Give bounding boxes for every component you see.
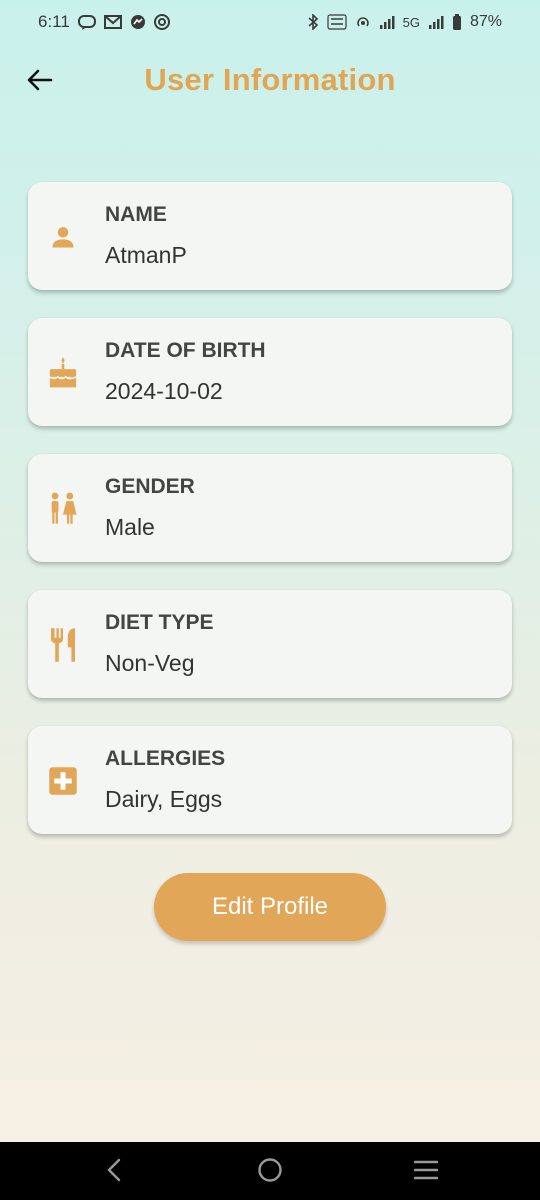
app-icon — [153, 14, 170, 30]
card-value: 2024-10-02 — [105, 378, 223, 404]
edit-profile-button[interactable]: Edit Profile — [154, 873, 386, 941]
nav-recents-icon — [413, 1159, 439, 1186]
signal-icon-2 — [428, 15, 444, 29]
battery-icon — [452, 14, 462, 30]
medical-cross-icon — [46, 764, 80, 798]
card-value: AtmanP — [105, 242, 187, 268]
bluetooth-icon — [307, 14, 319, 30]
system-nav-bar — [0, 1142, 540, 1200]
person-icon — [46, 220, 80, 254]
wc-icon — [46, 492, 80, 526]
nav-recents-button[interactable] — [410, 1156, 442, 1188]
info-card-gender: GENDER Male — [28, 454, 512, 562]
hotspot-icon — [355, 14, 371, 30]
volte-icon — [327, 14, 347, 30]
info-card-dob: DATE OF BIRTH 2024-10-02 — [28, 318, 512, 426]
nav-home-icon — [257, 1157, 283, 1188]
signal-icon — [379, 15, 395, 29]
status-bar: 6:11 5G 87% — [0, 0, 540, 44]
status-time: 6:11 — [38, 12, 70, 31]
nav-back-icon — [106, 1158, 122, 1187]
card-value: Male — [105, 514, 155, 540]
card-value: Dairy, Eggs — [105, 786, 223, 812]
card-label: NAME — [105, 203, 167, 226]
messenger-icon — [130, 14, 146, 30]
card-label: ALLERGIES — [105, 747, 226, 770]
page-title: User Information — [144, 62, 396, 97]
status-left: 6:11 — [38, 12, 170, 32]
status-right: 5G 87% — [307, 13, 502, 31]
info-card-allergies: ALLERGIES Dairy, Eggs — [28, 726, 512, 834]
chat-bubble-icon — [77, 14, 96, 30]
battery-percentage: 87% — [469, 13, 502, 30]
app-header: User Information — [0, 52, 540, 112]
gmail-icon — [103, 15, 122, 29]
nav-home-button[interactable] — [254, 1156, 286, 1188]
card-value: Non-Veg — [105, 650, 195, 676]
network-label: 5G — [402, 14, 420, 30]
card-label: DATE OF BIRTH — [105, 339, 266, 362]
card-label: GENDER — [105, 475, 195, 498]
nav-back-button[interactable] — [98, 1156, 130, 1188]
restaurant-icon — [46, 628, 80, 662]
info-card-name: NAME AtmanP — [28, 182, 512, 290]
card-label: DIET TYPE — [105, 611, 214, 634]
cake-icon — [46, 356, 80, 390]
info-card-diet: DIET TYPE Non-Veg — [28, 590, 512, 698]
